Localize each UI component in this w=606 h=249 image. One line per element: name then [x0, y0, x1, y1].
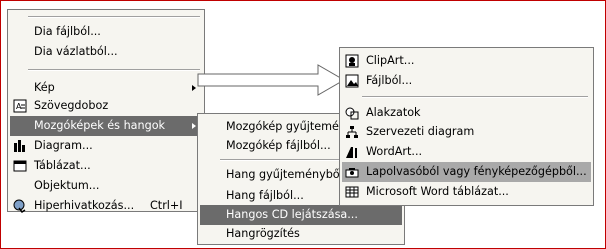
menu-separator	[362, 96, 588, 98]
menu-item-label: Mozgókép fájlból...	[226, 139, 331, 152]
diagram-icon	[14, 140, 25, 152]
menu-item-label: Diagram...	[34, 139, 93, 152]
menu-item-slide-from-file[interactable]: Dia fájlból...	[10, 22, 202, 42]
menu-item-label: Hang gyűjteményből...	[226, 168, 354, 181]
picture-icon	[345, 74, 359, 88]
menu-item-shortcut: Ctrl+I	[150, 199, 183, 212]
menu-item-label: Szövegdoboz	[34, 99, 109, 112]
menu-item-from-file[interactable]: Fájlból...	[342, 71, 591, 91]
menu-item-label: Mozgóképek és hangok	[34, 119, 166, 132]
menu-item-text-box[interactable]: A Szövegdoboz	[10, 96, 202, 116]
hyperlink-icon	[13, 199, 26, 213]
shapes-icon	[345, 107, 359, 120]
submenu-arrow-icon	[192, 123, 196, 129]
menu-separator	[28, 69, 200, 71]
menu-item-label: Lapolvasóból vagy fényképezőgépből...	[366, 165, 587, 178]
menu-item-word-table[interactable]: Microsoft Word táblázat...	[342, 182, 591, 202]
menu-item-picture[interactable]: Kép	[10, 78, 202, 98]
menu-item-label: Hang fájlból...	[226, 189, 304, 202]
menu-item-label: Hangos CD lejátszása...	[226, 208, 358, 221]
menu-item-hyperlink[interactable]: Hiperhivatkozás... Ctrl+I	[10, 196, 202, 216]
menu-item-from-scanner-or-camera[interactable]: Lapolvasóból vagy fényképezőgépből...	[342, 162, 591, 182]
picture-submenu: ClipArt... Fájlból... Alakzatok Szerveze…	[339, 47, 594, 206]
menu-item-play-cd-audio[interactable]: Hangos CD lejátszása...	[200, 205, 402, 225]
menu-item-label: WordArt...	[366, 145, 423, 158]
text-box-icon: A	[13, 99, 27, 113]
word-table-icon	[345, 186, 359, 198]
menu-item-label: Hiperhivatkozás...	[34, 199, 135, 212]
org-chart-icon	[346, 126, 358, 138]
arrow-connector-icon	[197, 64, 346, 96]
clipart-icon	[345, 54, 359, 68]
menu-item-label: Objektum...	[34, 179, 100, 192]
menu-item-movies-and-sounds[interactable]: Mozgóképek és hangok	[10, 116, 202, 136]
insert-menu: Dia fájlból... Dia vázlatból... Kép A Sz…	[7, 9, 205, 213]
scanner-icon	[345, 168, 359, 178]
menu-item-label: Fájlból...	[366, 74, 413, 87]
table-icon	[13, 160, 27, 172]
menu-item-autoshapes[interactable]: Alakzatok	[342, 103, 591, 123]
menu-item-slide-from-outline[interactable]: Dia vázlatból...	[10, 42, 202, 62]
menu-item-label: Microsoft Word táblázat...	[366, 185, 509, 198]
menu-separator	[28, 16, 200, 18]
menu-item-label: Szervezeti diagram	[366, 125, 475, 138]
menu-item-label: Dia fájlból...	[34, 25, 101, 38]
menu-item-label: Dia vázlatból...	[34, 45, 118, 58]
svg-text:A: A	[16, 102, 22, 111]
menu-item-record-sound[interactable]: Hangrögzítés	[200, 224, 402, 244]
menu-item-label: Alakzatok	[366, 106, 421, 119]
menu-item-clipart[interactable]: ClipArt...	[342, 51, 591, 71]
wordart-icon	[346, 147, 357, 158]
menu-item-chart[interactable]: Diagram...	[10, 136, 202, 156]
menu-item-label: Kép	[34, 81, 55, 94]
menu-item-table[interactable]: Táblázat...	[10, 156, 202, 176]
menu-item-label: Táblázat...	[34, 159, 91, 172]
menu-item-label: Hangrögzítés	[226, 227, 300, 240]
menu-item-wordart[interactable]: WordArt...	[342, 142, 591, 162]
menu-item-label: ClipArt...	[366, 54, 415, 67]
menu-item-org-chart[interactable]: Szervezeti diagram	[342, 122, 591, 142]
menu-item-object[interactable]: Objektum...	[10, 176, 202, 196]
